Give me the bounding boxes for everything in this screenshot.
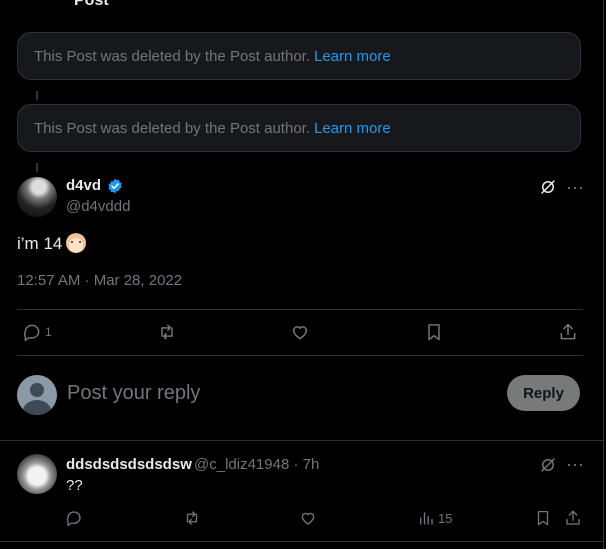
column-border: [603, 0, 604, 549]
reply-display-name[interactable]: ddsdsdsdsdsdsw: [66, 456, 192, 473]
share-icon: [560, 323, 576, 340]
views-action[interactable]: 15: [417, 509, 452, 527]
more-options-icon[interactable]: ···: [566, 455, 584, 473]
display-name[interactable]: d4vd: [66, 177, 101, 194]
repost-icon: [161, 324, 173, 340]
user-handle[interactable]: @d4vddd: [66, 198, 130, 215]
deleted-post-notice: This Post was deleted by the Post author…: [17, 104, 581, 152]
bookmark-action[interactable]: [534, 509, 552, 527]
post-timestamp[interactable]: 12:57 AM · Mar 28, 2022: [17, 272, 182, 289]
thread-connector: [36, 163, 38, 172]
share-action[interactable]: [564, 509, 582, 527]
grok-icon[interactable]: [539, 178, 557, 196]
deleted-post-text: This Post was deleted by the Post author…: [34, 47, 310, 65]
verified-badge-icon: [108, 178, 122, 194]
bookmark-action[interactable]: [424, 322, 444, 342]
reply-input[interactable]: Post your reply: [67, 382, 200, 405]
share-action[interactable]: [558, 322, 578, 342]
reply-handle-time[interactable]: @c_ldiz41948 · 7h: [194, 456, 319, 473]
repost-action[interactable]: [157, 322, 177, 342]
learn-more-link[interactable]: Learn more: [314, 120, 391, 137]
bookmark-icon: [428, 324, 440, 341]
learn-more-link[interactable]: Learn more: [314, 48, 391, 65]
bookmark-icon: [537, 510, 549, 526]
share-icon: [566, 510, 580, 525]
avatar[interactable]: [17, 177, 57, 217]
more-options-icon[interactable]: ···: [566, 178, 584, 196]
reply-icon: [66, 511, 81, 527]
post-text-content: i’m 14: [17, 234, 63, 253]
divider: [0, 440, 603, 441]
heart-icon: [293, 326, 307, 340]
post-text: i’m 14: [17, 233, 87, 254]
reply-icon: [24, 324, 40, 342]
repost-icon: [186, 511, 198, 525]
repost-action[interactable]: [183, 509, 201, 527]
reply-text: ??: [66, 477, 83, 494]
cut-off-text: Post: [74, 0, 109, 9]
heart-icon: [301, 512, 315, 525]
reply-count: 1: [45, 325, 52, 339]
deleted-post-text: This Post was deleted by the Post author…: [34, 119, 310, 137]
like-action[interactable]: [299, 509, 317, 527]
reply-action[interactable]: 1: [22, 322, 52, 342]
grok-icon[interactable]: [539, 456, 557, 474]
divider: [0, 541, 603, 542]
like-action[interactable]: [290, 322, 310, 342]
deleted-post-notice: This Post was deleted by the Post author…: [17, 32, 581, 80]
reply-avatar[interactable]: [17, 454, 57, 494]
views-count: 15: [438, 510, 453, 526]
divider: [17, 355, 583, 356]
own-avatar[interactable]: [17, 375, 57, 415]
thread-connector: [36, 91, 38, 100]
baby-emoji-icon: [66, 233, 87, 253]
analytics-icon: [420, 512, 433, 525]
reply-action[interactable]: [65, 509, 83, 527]
divider: [17, 309, 583, 310]
reply-button[interactable]: Reply: [507, 375, 580, 411]
